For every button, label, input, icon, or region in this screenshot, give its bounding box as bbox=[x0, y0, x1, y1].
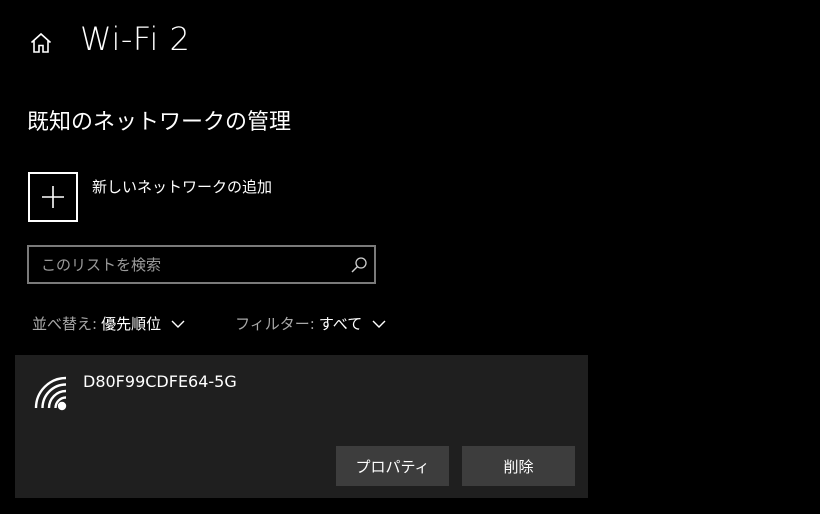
list-controls: 並べ替え: 優先順位 フィルター: すべて bbox=[32, 313, 386, 334]
wifi-signal-icon bbox=[34, 376, 67, 411]
home-icon bbox=[30, 32, 52, 53]
delete-button[interactable]: 削除 bbox=[462, 446, 575, 486]
sort-dropdown[interactable]: 並べ替え: 優先順位 bbox=[32, 313, 185, 334]
sort-label: 並べ替え: bbox=[32, 315, 98, 333]
page-title: Wi-Fi 2 bbox=[80, 20, 191, 58]
add-network-label: 新しいネットワークの追加 bbox=[92, 178, 273, 196]
search-box[interactable] bbox=[27, 245, 376, 284]
search-input[interactable] bbox=[29, 247, 344, 282]
chevron-down-icon bbox=[372, 319, 386, 329]
properties-button[interactable]: プロパティ bbox=[336, 446, 449, 486]
filter-dropdown[interactable]: フィルター: すべて bbox=[235, 313, 386, 334]
plus-icon bbox=[42, 186, 64, 208]
network-list-item[interactable]: D80F99CDFE64-5G プロパティ 削除 bbox=[15, 355, 588, 498]
network-ssid: D80F99CDFE64-5G bbox=[83, 372, 237, 391]
sort-value: 優先順位 bbox=[101, 315, 162, 333]
add-network-button[interactable]: 新しいネットワークの追加 bbox=[28, 172, 272, 222]
search-icon[interactable] bbox=[344, 256, 374, 274]
chevron-down-icon bbox=[171, 319, 185, 329]
filter-value: すべて bbox=[318, 315, 363, 333]
filter-label: フィルター: bbox=[235, 315, 315, 333]
add-network-tile[interactable] bbox=[28, 172, 78, 222]
home-button[interactable] bbox=[26, 28, 56, 58]
section-title: 既知のネットワークの管理 bbox=[27, 110, 292, 135]
